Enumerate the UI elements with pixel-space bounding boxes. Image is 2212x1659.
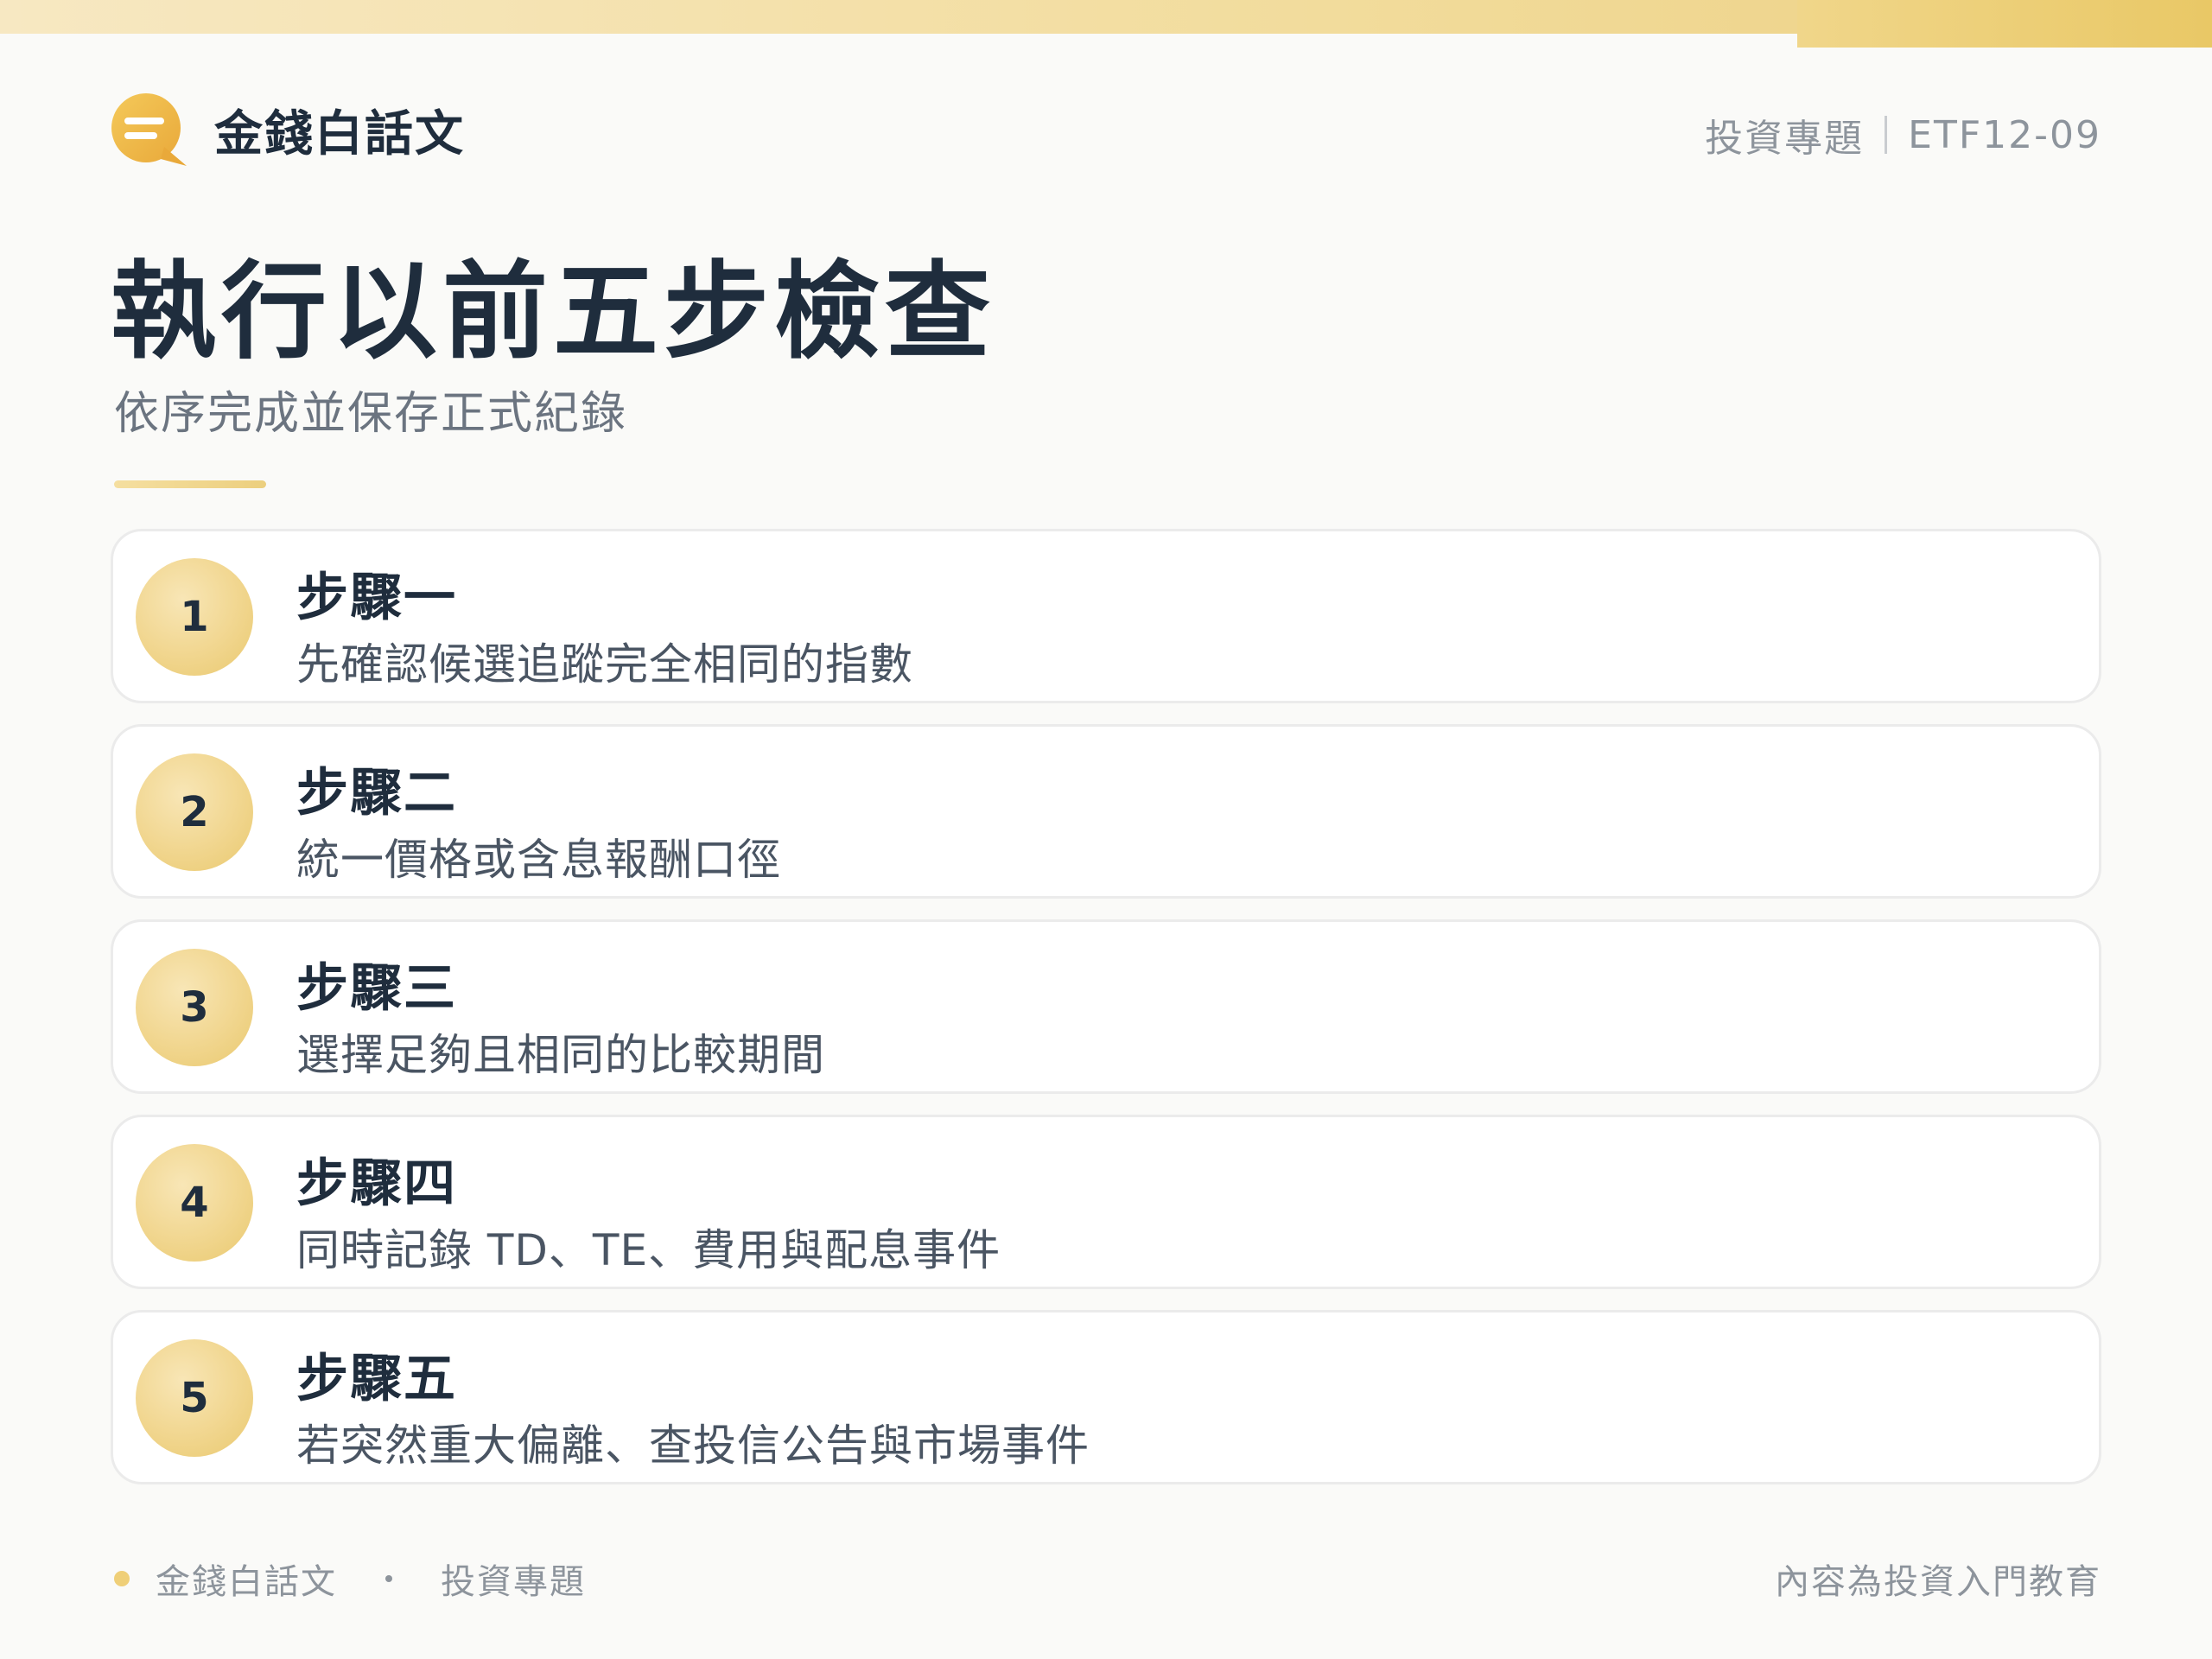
step-card-2: 2 步驟二 統一價格或含息報酬口徑 bbox=[111, 724, 2101, 899]
chat-bubble-icon bbox=[111, 93, 188, 166]
step-number-badge: 1 bbox=[136, 558, 253, 676]
footer-left: 金錢白話文 投資專題 bbox=[114, 1554, 586, 1604]
step-description: 統一價格或含息報酬口徑 bbox=[296, 835, 781, 885]
title-underline bbox=[114, 480, 266, 488]
page-title: 執行以前五步檢查 bbox=[111, 251, 995, 373]
step-card-4: 4 步驟四 同時記錄 TD、TE、費用與配息事件 bbox=[111, 1115, 2101, 1289]
step-number-badge: 4 bbox=[136, 1144, 253, 1262]
step-number-badge: 5 bbox=[136, 1339, 253, 1457]
brand-name: 金錢白話文 bbox=[214, 105, 465, 162]
step-description: 同時記錄 TD、TE、費用與配息事件 bbox=[296, 1225, 1001, 1275]
step-title: 步驟一 bbox=[296, 568, 457, 628]
header-divider bbox=[1885, 116, 1888, 154]
top-accent-bar-right bbox=[1797, 0, 2212, 48]
step-title: 步驟三 bbox=[296, 958, 457, 1019]
step-card-3: 3 步驟三 選擇足夠且相同的比較期間 bbox=[111, 919, 2101, 1094]
steps-list: 1 步驟一 先確認候選追蹤完全相同的指數 2 步驟二 統一價格或含息報酬口徑 3… bbox=[111, 529, 2101, 1505]
step-number-badge: 3 bbox=[136, 949, 253, 1066]
step-card-5: 5 步驟五 若突然重大偏離、查投信公告與市場事件 bbox=[111, 1310, 2101, 1484]
header-meta: 投資專題 ETF12-09 bbox=[1705, 107, 2101, 162]
header-category: 投資專題 bbox=[1705, 117, 1865, 161]
step-title: 步驟二 bbox=[296, 763, 457, 823]
footer-separator-dot bbox=[385, 1575, 392, 1582]
footer-note: 內容為投資入門教育 bbox=[1775, 1562, 2101, 1602]
footer-brand: 金錢白話文 bbox=[156, 1562, 337, 1602]
step-number-badge: 2 bbox=[136, 753, 253, 871]
footer-dot-icon bbox=[114, 1571, 130, 1586]
header-brand: 金錢白話文 bbox=[111, 93, 465, 166]
footer-category: 投資專題 bbox=[441, 1562, 586, 1602]
step-card-1: 1 步驟一 先確認候選追蹤完全相同的指數 bbox=[111, 529, 2101, 703]
step-title: 步驟四 bbox=[296, 1154, 457, 1214]
step-description: 選擇足夠且相同的比較期間 bbox=[296, 1030, 825, 1080]
page-subtitle: 依序完成並保存正式紀錄 bbox=[114, 388, 628, 440]
step-title: 步驟五 bbox=[296, 1349, 457, 1409]
step-description: 若突然重大偏離、查投信公告與市場事件 bbox=[296, 1421, 1090, 1471]
step-description: 先確認候選追蹤完全相同的指數 bbox=[296, 639, 913, 690]
header-code: ETF12-09 bbox=[1908, 112, 2101, 157]
